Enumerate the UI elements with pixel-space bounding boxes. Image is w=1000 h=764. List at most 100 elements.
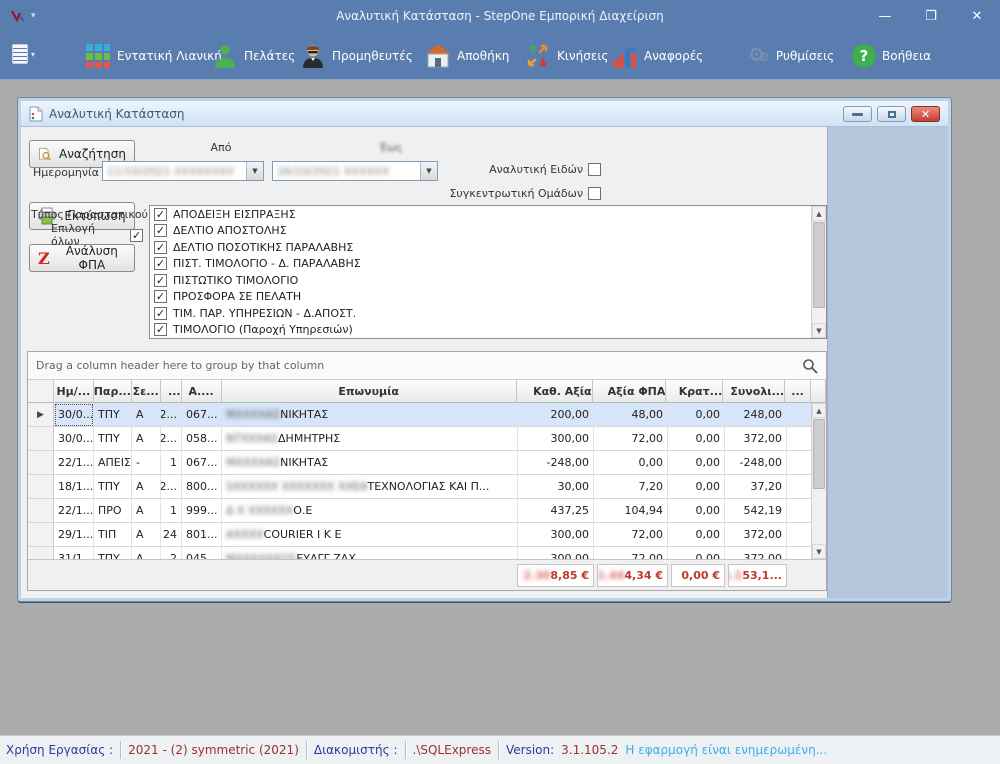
maximize-square-icon xyxy=(888,111,896,118)
grid-header-row: Ημ/... Παρ... Σε... ... Α.... Επωνυμία Κ… xyxy=(28,380,826,403)
header-indicator xyxy=(28,380,54,403)
toolbar-item-movements[interactable]: Κινήσεις xyxy=(525,40,608,72)
scrollbar-thumb[interactable] xyxy=(813,419,825,489)
table-row[interactable]: 30/0... ΤΠΥ Α 2... 058... ΝΤΧΧΧΑΣ ΔΗΜΗΤΡ… xyxy=(28,427,826,451)
item-checkbox[interactable]: ✓ xyxy=(154,241,167,254)
app-menu-caret-icon[interactable]: ▾ xyxy=(31,11,36,21)
list-item[interactable]: ✓ΔΕΛΤΙΟ ΠΟΣΟΤΙΚΗΣ ΠΑΡΑΛΑΒΗΣ xyxy=(150,239,826,256)
table-row[interactable]: 22/1... ΑΠΕΙΣ - 1 067... ΜΧΧΧΧΑΣ ΝΙΚΗΤΑΣ… xyxy=(28,451,826,475)
item-checkbox[interactable]: ✓ xyxy=(154,208,167,221)
dialog-titlebar[interactable]: Αναλυτική Κατάσταση ✕ xyxy=(21,101,948,127)
analytic-items-checkbox[interactable] xyxy=(588,163,601,176)
separator xyxy=(405,741,406,759)
total-grand: 1.153,1... xyxy=(728,564,787,587)
list-item[interactable]: ✓ΤΙΜ. ΠΑΡ. ΥΠΗΡΕΣΙΩΝ - Δ.ΑΠΟΣΤ. xyxy=(150,305,826,322)
vat-analysis-button[interactable]: Z Ανάλυση ΦΠΑ xyxy=(29,244,135,272)
group-totals-checkbox[interactable] xyxy=(588,187,601,200)
app-logo-icon xyxy=(10,8,27,25)
column-header-type[interactable]: Παρ... xyxy=(94,380,132,403)
grid-vertical-scrollbar[interactable]: ▲ ▼ xyxy=(811,403,826,559)
item-checkbox[interactable]: ✓ xyxy=(154,224,167,237)
column-header-date[interactable]: Ημ/... xyxy=(54,380,94,403)
column-header-series[interactable]: Σε... xyxy=(132,380,161,403)
list-item[interactable]: ✓ΑΠΟΔΕΙΞΗ ΕΙΣΠΡΑΞΗΣ xyxy=(150,206,826,223)
movements-arrows-icon xyxy=(525,43,551,69)
toolbar-item-settings[interactable]: ⚙⚙ Ρυθμίσεις xyxy=(748,40,834,72)
dialog-close-button[interactable]: ✕ xyxy=(911,106,940,122)
toolbar-item-suppliers[interactable]: Προμηθευτές xyxy=(300,40,413,72)
column-header-vat[interactable]: Αξία ΦΠΑ xyxy=(593,380,667,403)
minimize-button[interactable]: — xyxy=(862,0,908,32)
status-bar: Χρήση Εργασίας : 2021 - (2) symmetric (2… xyxy=(0,735,1000,764)
dialog-minimize-button[interactable] xyxy=(843,106,872,122)
list-item[interactable]: ✓ΠΡΟΣΦΟΡΑ ΣΕ ΠΕΛΑΤΗ xyxy=(150,289,826,306)
dialog-action-sidebar xyxy=(827,127,948,598)
select-all-checkbox[interactable]: ✓ xyxy=(130,229,143,242)
dialog-maximize-button[interactable] xyxy=(877,106,906,122)
table-row[interactable]: 22/1... ΠΡΟ Α 1 999... Δ Χ ΧΧΧΧΧΧ Ο.Ε 43… xyxy=(28,499,826,523)
toolbar-item-help[interactable]: ? Βοήθεια xyxy=(852,40,931,72)
list-item[interactable]: ✓ΠΙΣΤ. ΤΙΜΟΛΟΓΙΟ - Δ. ΠΑΡΑΛΑΒΗΣ xyxy=(150,256,826,273)
table-row[interactable]: 31/1... ΤΠΥ Α 2 045... ΜΧΧΧΧΧΧΟΣ ΕΥΑΓΓ Ζ… xyxy=(28,547,826,559)
version-label: Version: xyxy=(506,743,554,757)
column-header-total[interactable]: Συνολι... xyxy=(723,380,785,403)
minimize-dash-icon xyxy=(852,113,863,116)
analytic-items-option[interactable]: Αναλυτική Ειδών xyxy=(401,163,601,176)
document-type-listbox[interactable]: ✓ΑΠΟΔΕΙΞΗ ΕΙΣΠΡΑΞΗΣ ✓ΔΕΛΤΙΟ ΑΠΟΣΤΟΛΗΣ ✓Δ… xyxy=(149,205,827,339)
list-item[interactable]: ✓ΔΕΛΤΙΟ ΑΠΟΣΤΟΛΗΣ xyxy=(150,223,826,240)
version-value: 3.1.105.2 xyxy=(561,743,618,757)
table-row[interactable]: 29/1... ΤΙΠ Α 24 801... ΑΧΧΧΧ COURIER I … xyxy=(28,523,826,547)
total-net: 2.308,85 € xyxy=(517,564,594,587)
search-page-icon xyxy=(38,145,51,163)
column-header-number[interactable]: ... xyxy=(161,380,182,403)
column-header-code[interactable]: Α.... xyxy=(182,380,222,403)
item-checkbox[interactable]: ✓ xyxy=(154,323,167,336)
toolbar-item-customers[interactable]: Πελάτες xyxy=(212,40,295,72)
settings-gears-icon: ⚙⚙ xyxy=(748,42,770,70)
total-vat: 1.444,34 € xyxy=(597,564,668,587)
item-checkbox[interactable]: ✓ xyxy=(154,290,167,303)
row-indicator xyxy=(28,427,54,451)
app-logo[interactable]: ▾ xyxy=(10,8,36,25)
group-by-panel[interactable]: Drag a column header here to group by th… xyxy=(28,352,826,380)
date-to-value: 26/10/2021 ΧΧΧΧΧΧ xyxy=(273,165,420,178)
menu-list-icon xyxy=(12,44,28,64)
table-row[interactable]: ▶ 30/0... ΤΠΥ Α 2... 067... ΜΧΧΧΧΑΣ ΝΙΚΗ… xyxy=(28,403,826,427)
listbox-scrollbar[interactable]: ▲ ▼ xyxy=(811,206,826,338)
list-item[interactable]: ✓ΤΙΜΟΛΟΓΙΟ (Παροχή Υπηρεσιών) xyxy=(150,322,826,339)
date-from-combobox[interactable]: 11/10/2021 ΧΧΧΧΧΧΧΧ ▼ xyxy=(102,161,264,181)
scroll-down-icon[interactable]: ▼ xyxy=(812,323,826,338)
scrollbar-thumb[interactable] xyxy=(813,222,825,308)
main-toolbar: ▾ Εντατική Λιανική Πελάτες xyxy=(0,32,1000,80)
dialog-document-icon xyxy=(29,106,43,122)
scroll-up-icon[interactable]: ▲ xyxy=(812,206,826,221)
row-indicator xyxy=(28,499,54,523)
table-row[interactable]: 18/1... ΤΠΥ Α 2... 800... SΧΧΧΧΧΧ ΧΧΧΧΧΧ… xyxy=(28,475,826,499)
maximize-button[interactable]: ❐ xyxy=(908,0,954,32)
separator xyxy=(498,741,499,759)
grid-search-icon[interactable] xyxy=(802,358,818,374)
close-button[interactable]: ✕ xyxy=(954,0,1000,32)
group-totals-option[interactable]: Συγκεντρωτική Ομάδων xyxy=(381,187,601,200)
toolbar-item-warehouse[interactable]: Αποθήκη xyxy=(425,40,509,72)
item-checkbox[interactable]: ✓ xyxy=(154,257,167,270)
grid-rows: ▶ 30/0... ΤΠΥ Α 2... 067... ΜΧΧΧΧΑΣ ΝΙΚΗ… xyxy=(28,403,826,559)
item-checkbox[interactable]: ✓ xyxy=(154,274,167,287)
column-header-more[interactable]: ... xyxy=(785,380,811,403)
server-value: .\SQLExpress xyxy=(413,743,491,757)
toolbar-item-reports[interactable]: Αναφορές xyxy=(612,40,703,72)
list-item[interactable]: ✓ΠΙΣΤΩΤΙΚΟ ΤΙΜΟΛΟΓΙΟ xyxy=(150,272,826,289)
scroll-down-icon[interactable]: ▼ xyxy=(812,544,826,559)
toolbar-item-intensive-retail[interactable]: Εντατική Λιανική xyxy=(85,40,222,72)
column-header-retention[interactable]: Κρατ... xyxy=(666,380,723,403)
row-indicator xyxy=(28,451,54,475)
server-label: Διακομιστής : xyxy=(314,743,398,757)
column-header-name[interactable]: Επωνυμία xyxy=(222,380,517,403)
column-header-net[interactable]: Καθ. Αξία xyxy=(517,380,593,403)
grid-totals-footer: 2.308,85 € 1.444,34 € 0,00 € 1.153,1... xyxy=(28,559,826,590)
toolbar-menu-button[interactable]: ▾ xyxy=(12,44,35,64)
scroll-up-icon[interactable]: ▲ xyxy=(812,403,826,418)
item-checkbox[interactable]: ✓ xyxy=(154,307,167,320)
select-all-option[interactable]: Επιλογή όλων ✓ xyxy=(51,222,143,248)
date-from-dropdown-icon[interactable]: ▼ xyxy=(246,162,263,180)
